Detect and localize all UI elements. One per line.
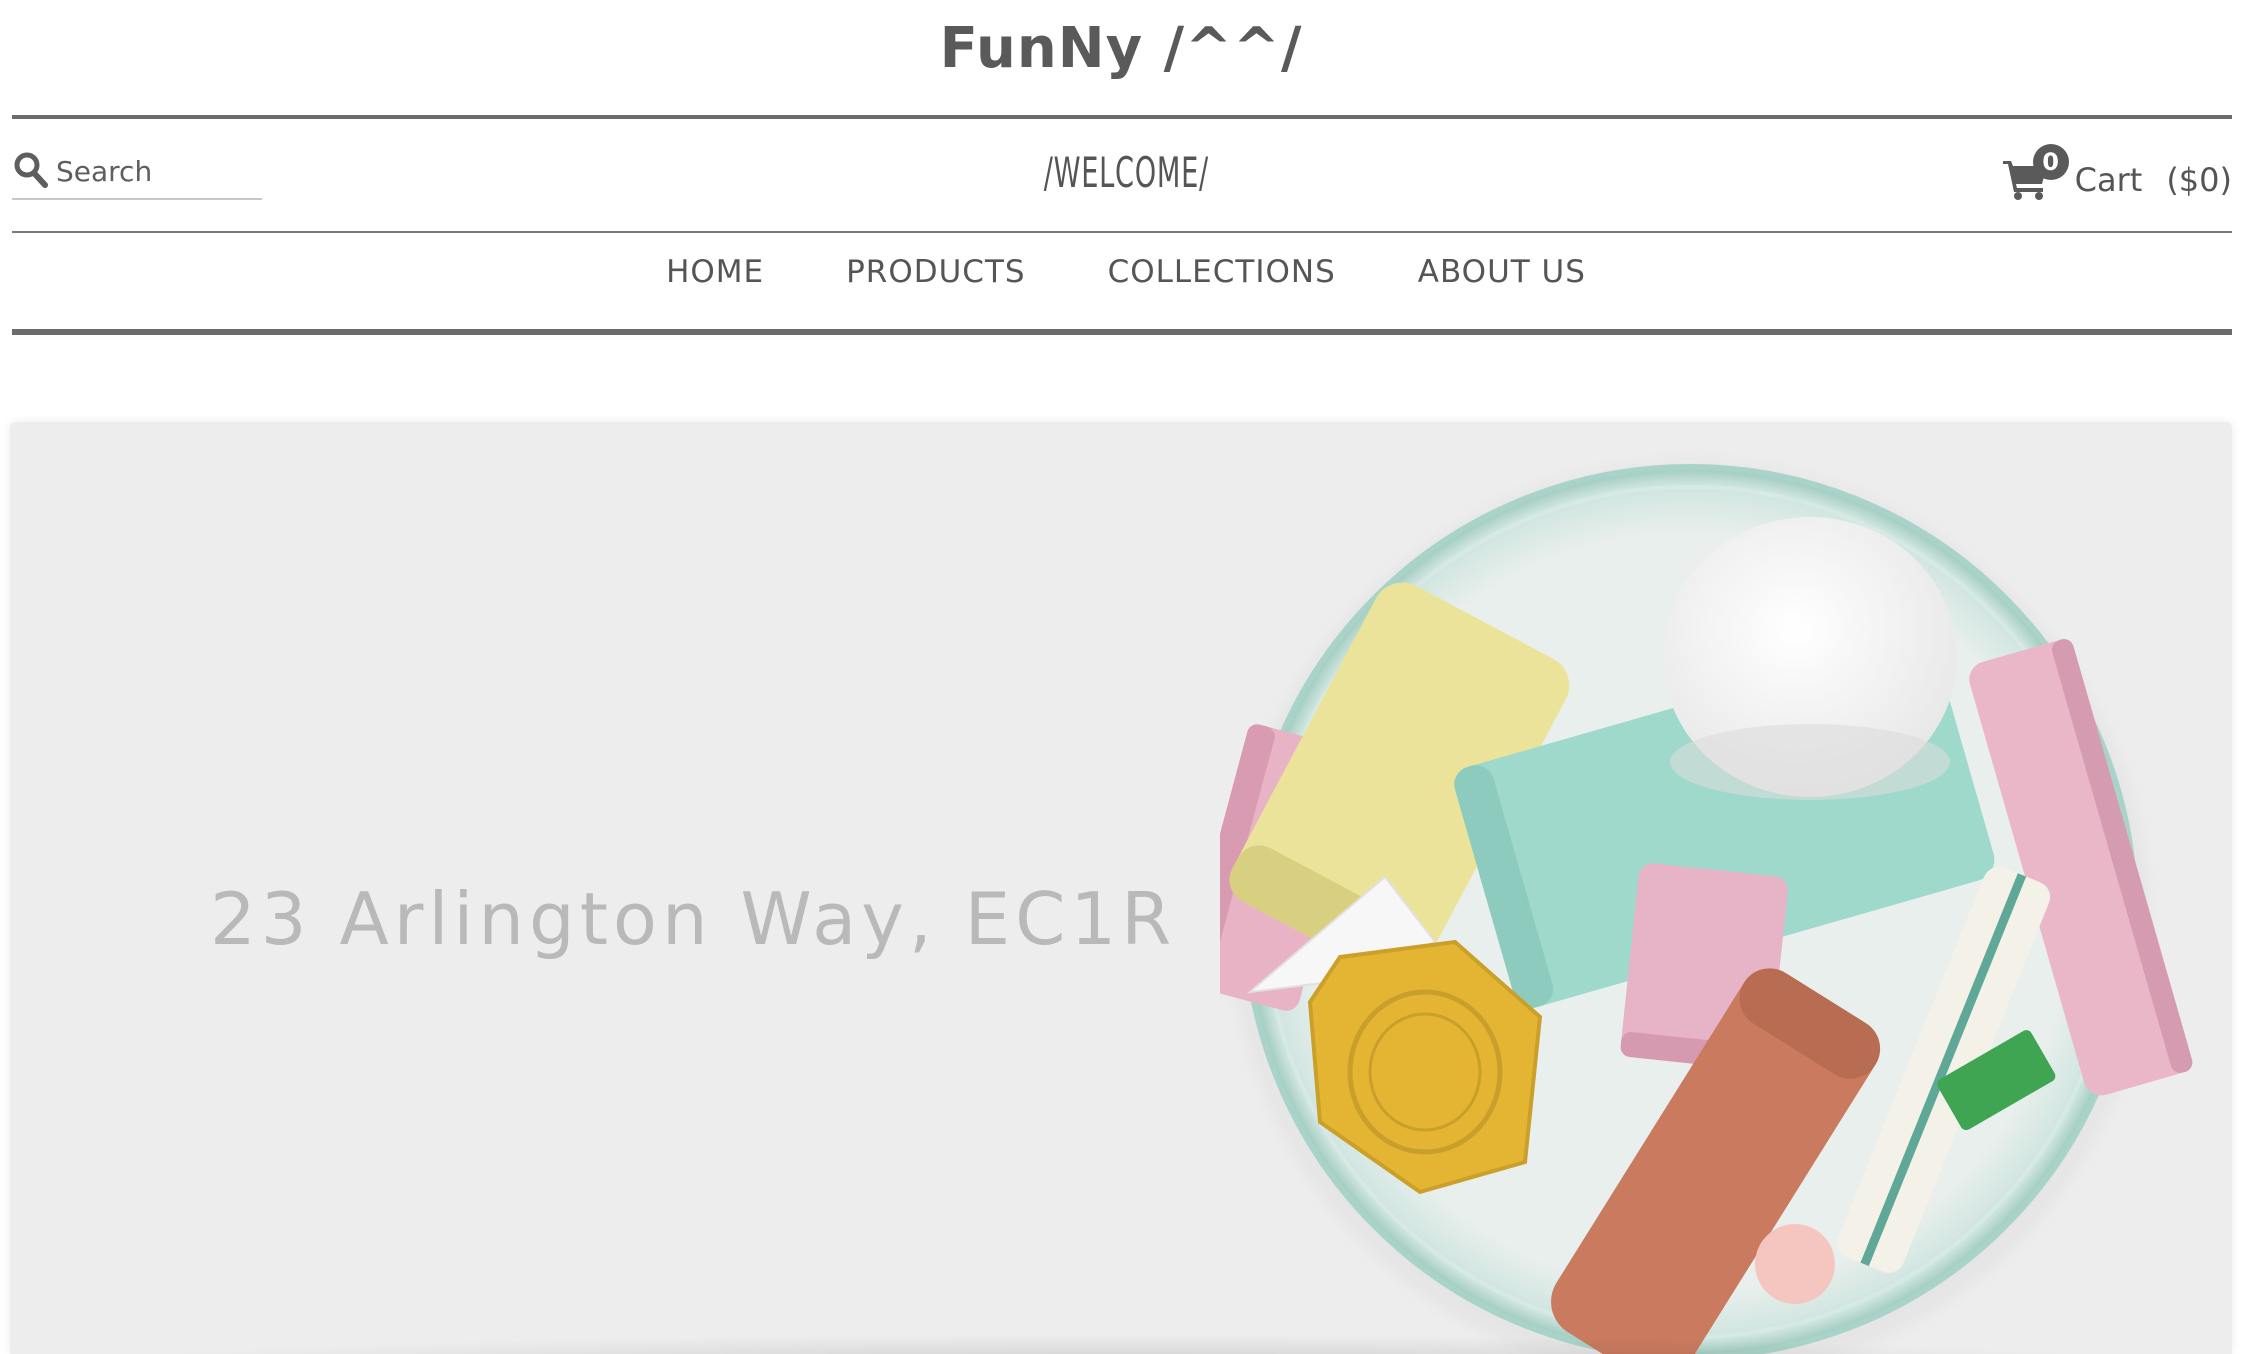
nav-item-home[interactable]: HOME bbox=[666, 254, 764, 290]
hero-address: 23 Arlington Way, EC1R bbox=[210, 877, 1177, 961]
header-divider-middle bbox=[12, 231, 2232, 233]
main-nav: HOME PRODUCTS COLLECTIONS ABOUT US bbox=[0, 254, 2242, 290]
hero-shadow bbox=[90, 1334, 2152, 1354]
cart-label[interactable]: Cart bbox=[2075, 158, 2143, 204]
hero-banner[interactable]: 23 Arlington Way, EC1R bbox=[10, 422, 2232, 1354]
nav-item-collections[interactable]: COLLECTIONS bbox=[1108, 254, 1336, 290]
cart-total: ($0) bbox=[2166, 161, 2232, 199]
site-title[interactable]: FunNy /^^/ bbox=[0, 14, 2242, 84]
search-input[interactable] bbox=[56, 152, 256, 190]
nav-item-products[interactable]: PRODUCTS bbox=[846, 254, 1025, 290]
header-divider-bottom bbox=[12, 329, 2232, 335]
cart-icon-wrap[interactable]: 0 bbox=[2002, 144, 2069, 204]
page: FunNy /^^/ /WELCOME/ 0 Cart ($0) HOME PR… bbox=[0, 0, 2242, 1354]
welcome-banner: /WELCOME/ bbox=[1043, 148, 1209, 197]
search-icon[interactable] bbox=[14, 152, 48, 188]
nav-item-about-us[interactable]: ABOUT US bbox=[1418, 254, 1586, 290]
cart-button[interactable]: 0 Cart ($0) bbox=[2002, 134, 2232, 204]
search-bar[interactable] bbox=[12, 148, 262, 200]
cart-count-badge: 0 bbox=[2032, 144, 2069, 180]
header-divider-top bbox=[12, 115, 2232, 119]
erasers-bowl-image bbox=[1220, 462, 2193, 1354]
